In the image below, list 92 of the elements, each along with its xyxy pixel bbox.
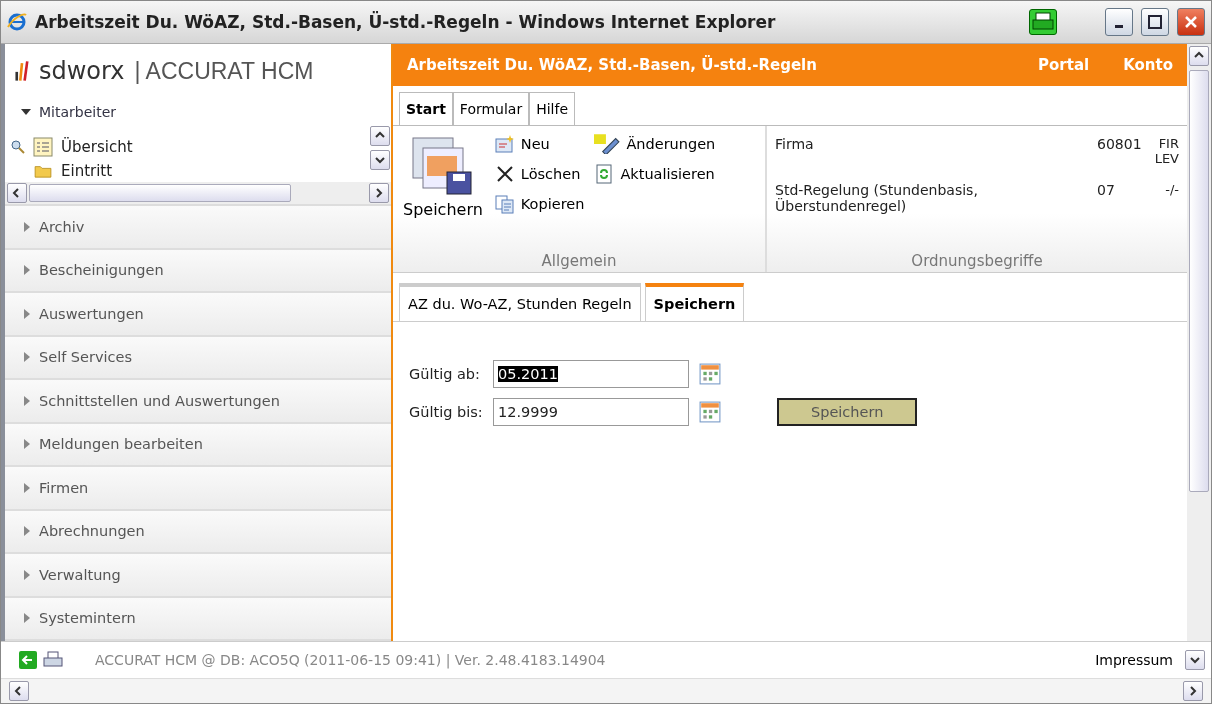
- toolbar-button[interactable]: Löschen: [494, 162, 585, 186]
- close-button[interactable]: [1177, 8, 1205, 36]
- scrollbar-thumb[interactable]: [29, 184, 291, 202]
- key-value: FIR: [1158, 136, 1179, 151]
- toolbar-button[interactable]: Aktualisieren: [594, 162, 716, 186]
- caret-icon: [23, 569, 31, 580]
- field-label: Gültig bis:: [409, 404, 484, 420]
- nav-item[interactable]: Self Services: [5, 336, 391, 380]
- pencil-icon: [594, 134, 621, 154]
- chevron-left-icon: [12, 188, 22, 198]
- chevron-down-icon: [1190, 655, 1200, 665]
- form-tab[interactable]: AZ du. Wo-AZ, Stunden Regeln: [399, 283, 641, 321]
- status-text: ACCURAT HCM @ DB: ACO5Q (2011-06-15 09:41) | Ver. 2.48.4183.14904: [94, 652, 607, 668]
- close-icon: [1184, 15, 1198, 29]
- delete-x-icon: [494, 164, 515, 184]
- date-input-field[interactable]: 05.2011: [493, 360, 689, 388]
- caret-icon: [23, 439, 31, 450]
- minimize-icon: [1115, 24, 1123, 28]
- form-tab[interactable]: Speichern: [644, 283, 745, 321]
- calendar-icon[interactable]: [699, 401, 721, 423]
- tree-item[interactable]: Eintritt: [11, 160, 369, 182]
- toolbar-button[interactable]: Neu: [494, 132, 585, 156]
- save-button[interactable]: Speichern: [401, 132, 485, 246]
- scrollbar-thumb[interactable]: [1189, 70, 1209, 492]
- key-code: 07: [1097, 182, 1116, 200]
- save-calendar-icon: [410, 136, 475, 196]
- scroll-right-button[interactable]: [1183, 681, 1203, 701]
- key-label: Firma: [775, 136, 815, 154]
- nav-item[interactable]: Bescheinigungen: [5, 249, 391, 293]
- section-header[interactable]: Mitarbeiter: [5, 98, 391, 126]
- scroll-up-button[interactable]: [1189, 46, 1209, 66]
- nav-item[interactable]: Schnittstellen und Auswertungen: [5, 380, 391, 424]
- tree-item[interactable]: Übersicht: [11, 136, 369, 158]
- chevron-down-icon: [375, 155, 385, 165]
- caret-icon: [23, 221, 31, 232]
- nav-item[interactable]: Meldungen bearbeiten: [5, 423, 391, 467]
- ribbon-tab[interactable]: Start: [399, 92, 453, 125]
- printer-icon[interactable]: [43, 651, 63, 669]
- printer-icon[interactable]: [1029, 9, 1057, 35]
- toolbar-button[interactable]: Kopieren: [494, 192, 585, 216]
- refresh-page-icon: [594, 164, 615, 184]
- folder-icon: [33, 164, 53, 178]
- scroll-left-button[interactable]: [7, 183, 27, 203]
- maximize-button[interactable]: [1141, 8, 1169, 36]
- brand-logo-text: sdworx: [39, 57, 125, 85]
- nav-item[interactable]: Systemintern: [5, 597, 391, 641]
- scroll-right-button[interactable]: [369, 183, 389, 203]
- nav-item[interactable]: Abrechnungen: [5, 510, 391, 554]
- ribbon-tab[interactable]: Hilfe: [529, 92, 576, 125]
- caret-icon: [23, 308, 31, 319]
- key-value: LEV: [1154, 151, 1179, 166]
- chevron-left-icon: [14, 686, 24, 696]
- impressum-link[interactable]: Impressum: [1089, 651, 1179, 669]
- save-button[interactable]: Speichern: [777, 398, 918, 426]
- key-code: 60801: [1097, 136, 1143, 154]
- caret-icon: [23, 613, 31, 624]
- caret-icon: [23, 482, 31, 493]
- caret-icon: [23, 395, 31, 406]
- key-label: Std-Regelung (Stundenbasis, Überstundenregel): [775, 182, 979, 214]
- chevron-right-icon: [1188, 686, 1198, 696]
- key-value: -/-: [1165, 182, 1179, 197]
- scroll-left-button[interactable]: [9, 681, 29, 701]
- group-label: Ordnungsbegriffe: [910, 252, 1044, 272]
- copy-icon: [494, 194, 515, 214]
- caret-icon: [23, 352, 31, 363]
- caret-icon: [23, 265, 31, 276]
- search-icon: [11, 140, 25, 154]
- scroll-up-button[interactable]: [370, 126, 390, 146]
- page-title: Arbeitszeit Du. WöAZ, Std.-Basen, Ü-std.-Regeln: [407, 56, 818, 74]
- product-name: | ACCURAT HCM: [134, 57, 314, 85]
- chevron-right-icon: [374, 188, 384, 198]
- group-label: Allgemein: [540, 252, 618, 272]
- browser-logo-icon: [7, 12, 27, 32]
- maximize-icon: [1148, 15, 1162, 29]
- field-label: Gültig ab:: [409, 366, 481, 382]
- ribbon-tab[interactable]: Formular: [452, 92, 530, 125]
- caret-icon: [21, 108, 31, 116]
- nav-item[interactable]: Archiv: [5, 206, 391, 250]
- logo-icon: [15, 58, 29, 84]
- toolbar-button[interactable]: Änderungen: [594, 132, 716, 156]
- minimize-button[interactable]: [1105, 8, 1133, 36]
- form-new-icon: [494, 134, 515, 154]
- nav-item[interactable]: Verwaltung: [5, 554, 391, 598]
- nav-item[interactable]: Firmen: [5, 467, 391, 511]
- scroll-down-button[interactable]: [370, 150, 390, 170]
- dropdown-button[interactable]: [1185, 650, 1205, 670]
- window-title: Arbeitszeit Du. WöAZ, Std.-Basen, Ü-std.-Regeln - Windows Internet Explorer: [35, 12, 777, 32]
- calendar-icon[interactable]: [699, 363, 721, 385]
- list-icon: [33, 137, 53, 157]
- caret-icon: [23, 526, 31, 537]
- nav-item[interactable]: Auswertungen: [5, 293, 391, 337]
- date-input-field[interactable]: 12.9999: [493, 398, 689, 426]
